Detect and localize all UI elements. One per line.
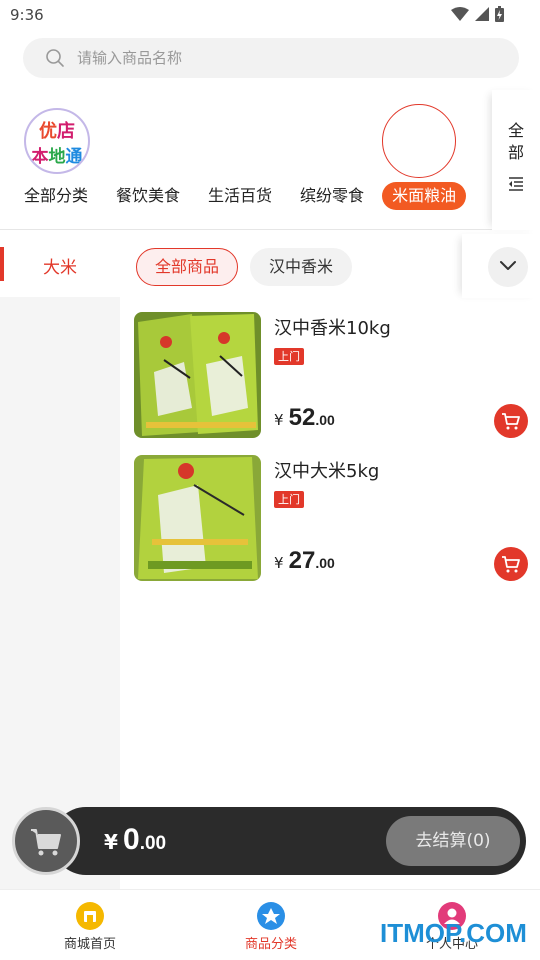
chevron-down-icon: [500, 261, 516, 270]
category-tab-all[interactable]: 全部分类: [14, 182, 98, 210]
cart-button[interactable]: [12, 807, 80, 875]
sub-tab-all-products[interactable]: 全部商品: [136, 248, 239, 286]
category-icon: [257, 902, 285, 930]
shopping-cart-icon: [31, 829, 61, 856]
search-input[interactable]: [77, 38, 497, 78]
status-icons: [451, 6, 504, 22]
battery-icon: [495, 6, 504, 22]
shop-logo: 优店 本地通: [24, 108, 90, 174]
category-tabs: 全部分类 餐饮美食 生活百货 缤纷零食 米面粮油: [14, 182, 467, 210]
cart-icon: [502, 413, 520, 430]
product-price: ¥ 52.00: [274, 404, 335, 432]
wifi-icon: [451, 7, 469, 21]
sub-tabs: 全部商品 汉中香米: [136, 248, 353, 286]
price-decimal: .00: [315, 412, 335, 428]
add-to-cart-button[interactable]: [494, 404, 528, 438]
nav-label: 商品分类: [244, 937, 297, 952]
product-image[interactable]: [134, 455, 261, 581]
nav-label: 商城首页: [63, 937, 116, 952]
product-price: ¥ 27.00: [274, 547, 335, 575]
category-tab-snacks[interactable]: 缤纷零食: [290, 182, 374, 210]
category-tab-food[interactable]: 餐饮美食: [106, 182, 190, 210]
left-menu-item-label: 大米: [43, 258, 77, 278]
expand-sub-tabs-button[interactable]: [488, 247, 528, 287]
signal-icon: [475, 7, 489, 21]
store-icon: [76, 902, 104, 930]
category-row: 优店 本地通 全部分类 餐饮美食 生活百货 缤纷零食 米面粮油 全部: [0, 90, 540, 230]
price-currency: ¥: [274, 411, 284, 429]
sub-tab-hanzhong-fragrant-rice[interactable]: 汉中香米: [250, 248, 353, 286]
add-to-cart-button[interactable]: [494, 547, 528, 581]
status-time: 9:36: [10, 6, 44, 24]
cart-currency: ¥: [104, 830, 118, 854]
left-subcategory-menu: 大米: [0, 231, 120, 891]
service-tag: 上门: [274, 348, 304, 365]
cart-total: ¥ 0.00: [104, 823, 166, 857]
logo-line1: 优店: [39, 121, 75, 142]
nav-item-home[interactable]: 商城首页: [30, 902, 150, 952]
category-tab-daily-goods[interactable]: 生活百货: [198, 182, 282, 210]
product-card[interactable]: 汉中香米10kg 上门 ¥ 52.00: [134, 312, 530, 440]
watermark: ITMOP.COM: [380, 918, 527, 948]
price-integer: 27: [288, 547, 316, 574]
cart-total-integer: 0: [123, 823, 140, 856]
service-tag: 上门: [274, 491, 304, 508]
product-card[interactable]: 汉中大米5kg 上门 ¥ 27.00: [134, 455, 530, 583]
product-name[interactable]: 汉中大米5kg: [274, 457, 379, 483]
all-categories-button[interactable]: 全部: [492, 90, 540, 230]
category-tab-rice-noodles-oil[interactable]: 米面粮油: [382, 182, 467, 210]
nav-item-categories[interactable]: 商品分类: [211, 902, 331, 952]
cart-total-decimal: .00: [139, 833, 167, 854]
price-integer: 52: [288, 404, 316, 431]
price-decimal: .00: [315, 555, 335, 571]
left-menu-item-rice[interactable]: 大米: [0, 231, 120, 297]
search-icon: [46, 49, 64, 67]
status-bar: 9:36: [0, 0, 540, 32]
category-icon-placeholder[interactable]: [382, 104, 456, 178]
checkout-button[interactable]: 去结算(0): [386, 816, 520, 866]
price-currency: ¥: [274, 554, 284, 572]
list-indent-icon: [509, 177, 523, 191]
search-bar[interactable]: [23, 38, 519, 78]
product-name[interactable]: 汉中香米10kg: [274, 314, 391, 340]
cart-icon: [502, 556, 520, 573]
all-categories-label: 全部: [508, 121, 525, 162]
cart-bar: ¥ 0.00 去结算(0): [12, 807, 526, 875]
product-image[interactable]: [134, 312, 261, 438]
logo-line2: 本地通: [31, 147, 83, 167]
